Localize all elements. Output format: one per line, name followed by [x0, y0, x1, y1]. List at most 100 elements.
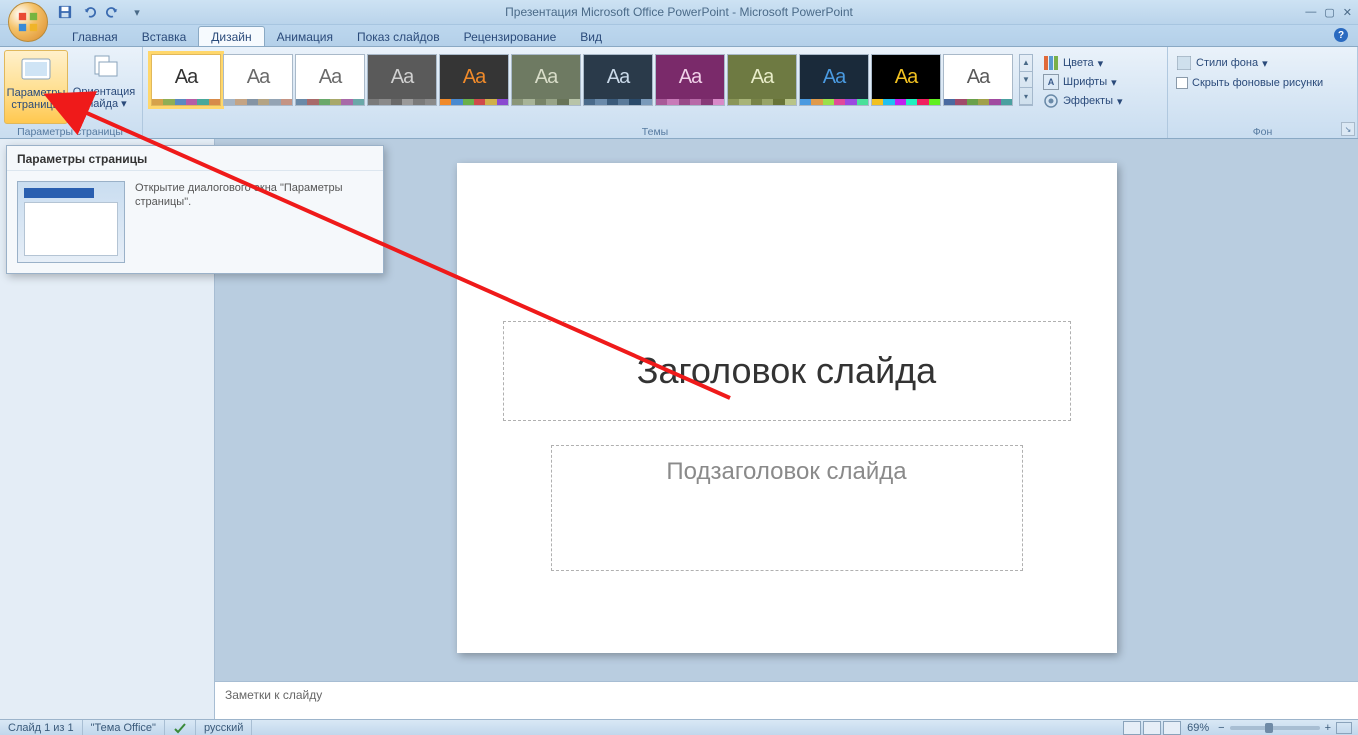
effects-icon: [1043, 93, 1059, 109]
title-placeholder[interactable]: Заголовок слайда: [503, 321, 1071, 421]
group-background: Стили фона ▾ Скрыть фоновые рисунки Фон …: [1168, 47, 1358, 138]
theme-thumb-2[interactable]: Aa: [295, 54, 365, 106]
window-controls: — ▢ ✕: [1305, 6, 1352, 19]
page-setup-tooltip: Параметры страницы Открытие диалогового …: [6, 145, 384, 274]
office-logo-icon: [17, 11, 39, 33]
status-spellcheck[interactable]: [165, 720, 196, 735]
gallery-up-icon[interactable]: ▲: [1020, 55, 1032, 72]
fonts-icon: A: [1043, 74, 1059, 90]
slide-canvas[interactable]: Заголовок слайда Подзаголовок слайда: [457, 163, 1117, 653]
orientation-icon: [88, 52, 120, 84]
orientation-label-2: слайда: [81, 98, 118, 110]
fonts-label: Шрифты: [1063, 76, 1107, 88]
doc-title: Презентация Microsoft Office PowerPoint: [505, 5, 729, 19]
gallery-down-icon[interactable]: ▼: [1020, 72, 1032, 89]
tab-Вставка[interactable]: Вставка: [130, 27, 199, 46]
background-styles-icon: [1176, 55, 1192, 71]
gallery-more-icon[interactable]: ▾: [1020, 88, 1032, 105]
zoom-out-button[interactable]: −: [1215, 722, 1227, 734]
tab-Анимация[interactable]: Анимация: [265, 27, 345, 46]
view-normal-button[interactable]: [1123, 721, 1141, 735]
tab-Дизайн[interactable]: Дизайн: [198, 26, 264, 46]
theme-colors-button[interactable]: Цвета ▾: [1041, 54, 1125, 72]
status-theme: "Тема Office": [83, 720, 165, 735]
theme-fonts-button[interactable]: AШрифты ▾: [1041, 73, 1125, 91]
zoom-slider[interactable]: [1230, 726, 1320, 730]
spellcheck-icon: [173, 722, 187, 734]
group-label-background: Фон: [1174, 124, 1351, 138]
window-title: Презентация Microsoft Office PowerPoint …: [0, 5, 1358, 19]
redo-icon: [106, 5, 120, 19]
colors-icon: [1043, 55, 1059, 71]
theme-thumb-4[interactable]: Aa: [439, 54, 509, 106]
page-setup-button[interactable]: Параметрыстраницы: [4, 50, 68, 124]
canvas-area[interactable]: Заголовок слайда Подзаголовок слайда: [215, 139, 1358, 681]
main-area: Заголовок слайда Подзаголовок слайда Зам…: [215, 139, 1358, 719]
hide-background-label: Скрыть фоновые рисунки: [1192, 77, 1323, 89]
notes-pane[interactable]: Заметки к слайду: [215, 681, 1358, 719]
background-dialog-launcher[interactable]: ↘: [1341, 122, 1355, 136]
quick-access-toolbar: ▾: [55, 2, 147, 22]
orientation-button[interactable]: Ориентацияслайда ▾: [72, 50, 136, 124]
gallery-scroll[interactable]: ▲ ▼ ▾: [1019, 54, 1033, 106]
page-setup-label-1: Параметры: [7, 87, 66, 99]
zoom-value[interactable]: 69%: [1183, 722, 1213, 734]
group-themes: AaAaAaAaAaAaAaAaAaAaAaAa ▲ ▼ ▾ Цвета ▾ A…: [143, 47, 1168, 138]
theme-thumb-11[interactable]: Aa: [943, 54, 1013, 106]
theme-thumb-7[interactable]: Aa: [655, 54, 725, 106]
title-placeholder-text: Заголовок слайда: [637, 350, 936, 392]
undo-button[interactable]: [79, 2, 99, 22]
theme-thumb-9[interactable]: Aa: [799, 54, 869, 106]
subtitle-placeholder[interactable]: Подзаголовок слайда: [551, 445, 1023, 571]
minimize-button[interactable]: —: [1305, 6, 1316, 19]
group-label-page-setup: Параметры страницы: [4, 124, 136, 138]
background-styles-label: Стили фона: [1196, 57, 1258, 69]
title-bar: ▾ Презентация Microsoft Office PowerPoin…: [0, 0, 1358, 25]
theme-thumb-1[interactable]: Aa: [223, 54, 293, 106]
qat-customize[interactable]: ▾: [127, 2, 147, 22]
tab-Показ слайдов[interactable]: Показ слайдов: [345, 27, 452, 46]
close-button[interactable]: ✕: [1343, 6, 1352, 19]
status-slide-number: Слайд 1 из 1: [0, 720, 83, 735]
theme-thumb-5[interactable]: Aa: [511, 54, 581, 106]
view-slideshow-button[interactable]: [1163, 721, 1181, 735]
theme-thumb-8[interactable]: Aa: [727, 54, 797, 106]
subtitle-placeholder-text: Подзаголовок слайда: [666, 458, 906, 486]
zoom-in-button[interactable]: +: [1322, 722, 1334, 734]
save-icon: [58, 5, 72, 19]
theme-thumb-6[interactable]: Aa: [583, 54, 653, 106]
fit-to-window-button[interactable]: [1336, 722, 1352, 734]
ribbon: Параметрыстраницы Ориентацияслайда ▾ Пар…: [0, 47, 1358, 139]
theme-thumb-0[interactable]: Aa: [151, 54, 221, 106]
tab-Главная[interactable]: Главная: [60, 27, 130, 46]
save-button[interactable]: [55, 2, 75, 22]
office-button[interactable]: [8, 2, 48, 42]
orientation-label-1: Ориентация: [73, 86, 135, 98]
tab-Вид[interactable]: Вид: [568, 27, 614, 46]
tooltip-preview-icon: [17, 181, 125, 263]
view-sorter-button[interactable]: [1143, 721, 1161, 735]
tooltip-text: Открытие диалогового окна "Параметры стр…: [135, 181, 373, 263]
maximize-button[interactable]: ▢: [1324, 6, 1334, 19]
themes-gallery[interactable]: AaAaAaAaAaAaAaAaAaAaAaAa: [149, 50, 1015, 110]
hide-background-checkbox[interactable]: Скрыть фоновые рисунки: [1174, 76, 1351, 90]
notes-placeholder: Заметки к слайду: [225, 688, 322, 702]
theme-thumb-3[interactable]: Aa: [367, 54, 437, 106]
help-icon[interactable]: ?: [1334, 28, 1348, 42]
status-language[interactable]: русский: [196, 720, 252, 735]
app-title: Microsoft PowerPoint: [739, 5, 852, 19]
theme-thumb-10[interactable]: Aa: [871, 54, 941, 106]
theme-effects-button[interactable]: Эффекты ▾: [1041, 92, 1125, 110]
zoom-slider-thumb[interactable]: [1265, 723, 1273, 733]
checkbox-icon: [1176, 77, 1188, 89]
page-setup-label-2: страницы: [11, 99, 60, 111]
background-styles-button[interactable]: Стили фона ▾: [1174, 54, 1351, 72]
colors-label: Цвета: [1063, 57, 1094, 69]
redo-button[interactable]: [103, 2, 123, 22]
effects-label: Эффекты: [1063, 95, 1113, 107]
page-setup-icon: [20, 53, 52, 85]
tab-Рецензирование[interactable]: Рецензирование: [452, 27, 569, 46]
group-label-themes: Темы: [149, 124, 1161, 138]
status-bar: Слайд 1 из 1 "Тема Office" русский 69% −…: [0, 719, 1358, 735]
ribbon-tabstrip: ГлавнаяВставкаДизайнАнимацияПоказ слайдо…: [0, 25, 1358, 47]
